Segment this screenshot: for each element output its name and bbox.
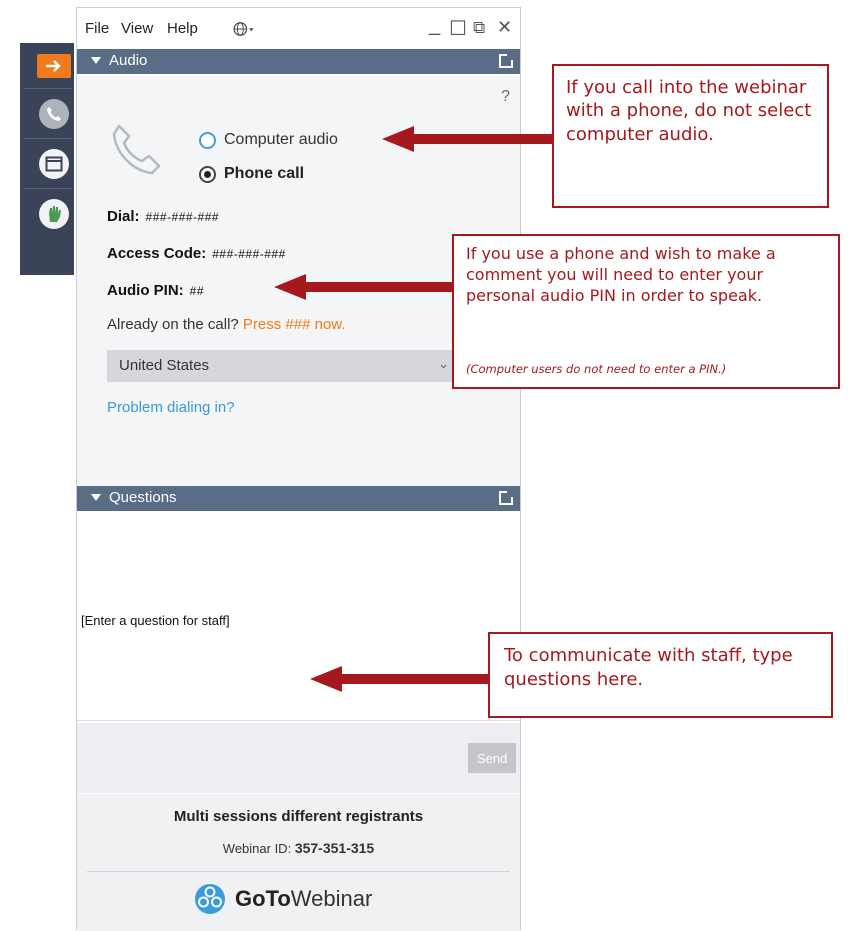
question-compose-area[interactable]: Send <box>77 723 520 793</box>
arrow-computer-audio-icon <box>382 126 560 152</box>
access-code-value: ###-###-### <box>212 247 286 261</box>
questions-panel-header[interactable]: Questions <box>77 486 520 511</box>
minimize-button[interactable]: _ <box>429 14 440 37</box>
dock-divider <box>24 138 72 139</box>
collapse-triangle-icon <box>91 494 101 501</box>
webinar-id-label: Webinar ID: <box>222 841 292 856</box>
popout-icon[interactable] <box>499 491 513 505</box>
popout-icon[interactable] <box>499 54 513 68</box>
dock-divider <box>24 88 72 89</box>
audio-help-button[interactable]: ? <box>501 88 510 106</box>
already-on-call-text: Already on the call? Press ### now. <box>107 316 345 333</box>
brand-goto: GoTo <box>235 886 291 911</box>
already-on-call-label: Already on the call? <box>107 316 239 333</box>
dock-divider <box>24 188 72 189</box>
collapse-triangle-icon <box>91 57 101 64</box>
session-name: Multi sessions different registrants <box>173 808 424 825</box>
menu-file[interactable]: File <box>85 20 109 37</box>
hand-raise-icon <box>49 206 61 222</box>
dial-number: ###-###-### <box>145 210 220 224</box>
country-value: United States <box>119 357 210 374</box>
computer-audio-option[interactable]: Computer audio <box>199 131 338 149</box>
send-button[interactable]: Send <box>468 743 516 773</box>
audio-dock-button[interactable] <box>20 91 74 137</box>
press-code-text: Press ### now. <box>242 316 346 333</box>
arrow-audio-pin-icon <box>274 274 456 300</box>
access-code-row: Access Code: ###-###-### <box>107 245 286 262</box>
maximize-button[interactable]: ☐ <box>449 16 467 41</box>
menu-view[interactable]: View <box>121 20 153 37</box>
computer-audio-label: Computer audio <box>224 131 338 148</box>
arrow-right-icon <box>46 60 61 72</box>
questions-panel-title: Questions <box>109 489 177 506</box>
webinar-id-value: 357-351-315 <box>294 840 375 856</box>
chevron-down-icon: ⌄ <box>438 356 449 371</box>
brand-webinar: Webinar <box>290 886 373 911</box>
computer-audio-radio[interactable] <box>199 131 216 149</box>
footer-divider <box>87 871 510 872</box>
arrow-questions-icon <box>310 666 492 692</box>
audio-pin-label: Audio PIN: <box>107 282 184 299</box>
callout-questions: To communicate with staff, type question… <box>488 632 833 718</box>
callout-computer-audio: If you call into the webinar with a phon… <box>552 64 829 208</box>
dial-row: Dial: ###-###-### <box>107 208 219 225</box>
raise-hand-button[interactable] <box>20 191 74 237</box>
webinar-id-row: Webinar ID: 357-351-315 <box>77 840 520 856</box>
access-code-label: Access Code: <box>107 245 207 262</box>
audio-pin-row: Audio PIN: ## <box>107 282 204 299</box>
question-input[interactable]: [Enter a question for staff] <box>81 613 230 628</box>
gotowebinar-logo-icon <box>195 884 225 914</box>
webinar-footer: Multi sessions different registrants Web… <box>77 794 520 931</box>
phone-call-radio[interactable] <box>199 165 216 183</box>
close-button[interactable]: ✕ <box>497 17 512 38</box>
phone-icon <box>47 107 61 121</box>
callout-audio-pin-note: (Computer users do not need to enter a P… <box>466 362 727 376</box>
phone-call-label: Phone call <box>224 165 305 182</box>
screen-dock-button[interactable] <box>20 141 74 187</box>
country-select[interactable]: United States ⌄ <box>107 350 463 382</box>
window-icon <box>45 156 63 172</box>
phone-icon <box>112 124 161 175</box>
audio-pin-value: ## <box>189 284 205 298</box>
callout-audio-pin-text: If you use a phone and wish to make a co… <box>466 244 776 305</box>
menu-help[interactable]: Help <box>167 20 198 37</box>
audio-panel-header[interactable]: Audio <box>77 49 520 74</box>
collapse-panel-button[interactable] <box>20 49 74 83</box>
gotowebinar-logo: GoToWebinar <box>193 882 372 916</box>
dial-label: Dial: <box>107 208 140 225</box>
globe-icon[interactable] <box>233 18 255 40</box>
control-dock <box>20 43 74 275</box>
problem-dialing-link[interactable]: Problem dialing in? <box>107 399 235 416</box>
popout-window-button[interactable]: ⧉ <box>473 18 485 38</box>
audio-panel-title: Audio <box>109 52 148 69</box>
menu-bar: File View Help _ ☐ ⧉ ✕ <box>77 8 520 46</box>
callout-audio-pin: If you use a phone and wish to make a co… <box>452 234 840 389</box>
phone-call-option[interactable]: Phone call <box>199 165 304 183</box>
